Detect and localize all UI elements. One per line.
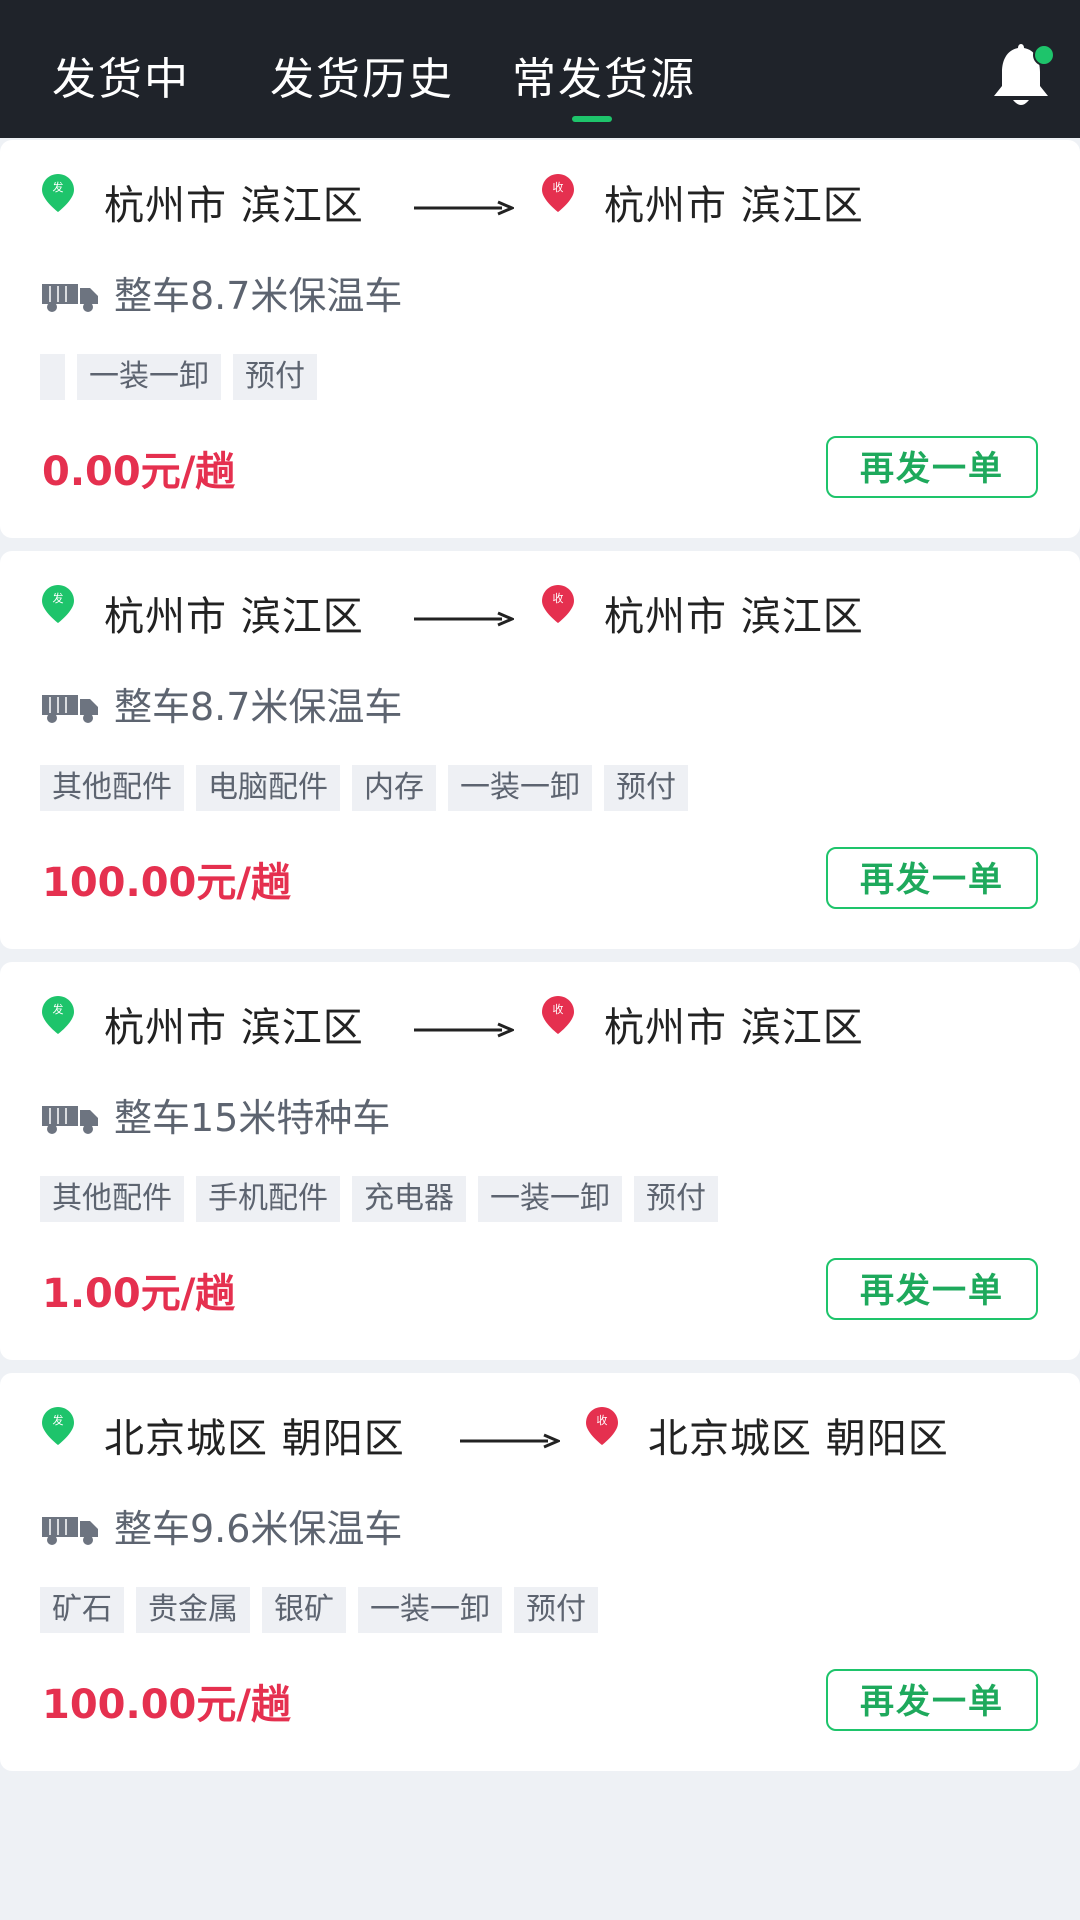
- truck-icon: [42, 1106, 98, 1134]
- arrow-right-icon: [414, 200, 514, 216]
- tab-shipping[interactable]: 发货中: [52, 50, 190, 110]
- cargo-tag: 一装一卸: [478, 1176, 622, 1222]
- top-nav-bar: 发货中 发货历史 常发货源: [0, 0, 1080, 138]
- green-pin-icon: [42, 996, 74, 1034]
- destination-city: 杭州市 滨江区: [604, 183, 864, 229]
- cargo-tag: 预付: [233, 354, 317, 400]
- origin-city: 杭州市 滨江区: [104, 1005, 364, 1051]
- destination-city: 杭州市 滨江区: [604, 594, 864, 640]
- green-pin-icon: [42, 585, 74, 623]
- source-card[interactable]: 发 杭州市 滨江区 收 杭州市 滨江区 整车15米特种车 其他配件 手机配件 充电器…: [0, 962, 1080, 1360]
- cargo-tag: 预付: [514, 1587, 598, 1633]
- cargo-tag: 一装一卸: [77, 354, 221, 400]
- green-pin-icon: [42, 174, 74, 212]
- red-pin-icon: [542, 174, 574, 212]
- red-pin-icon: [586, 1407, 618, 1445]
- price: 1.00元/趟: [42, 1271, 236, 1317]
- price: 100.00元/趟: [42, 1682, 291, 1728]
- cargo-tag: 一装一卸: [448, 765, 592, 811]
- origin-city: 北京城区 朝阳区: [104, 1416, 405, 1462]
- cargo-tag: 预付: [604, 765, 688, 811]
- origin-city: 杭州市 滨江区: [104, 594, 364, 640]
- truck-icon: [42, 695, 98, 723]
- cargo-tag: 手机配件: [196, 1176, 340, 1222]
- cargo-tags: 一装一卸 预付: [40, 354, 317, 400]
- reship-button[interactable]: 再发一单: [826, 847, 1038, 909]
- price: 0.00元/趟: [42, 449, 236, 495]
- tab-shipping-history[interactable]: 发货历史: [270, 50, 454, 110]
- source-card[interactable]: 发 杭州市 滨江区 收 杭州市 滨江区 整车8.7米保温车 其他配件 电脑配件 内存…: [0, 551, 1080, 949]
- cargo-tag: 矿石: [40, 1587, 124, 1633]
- cargo-tag: [40, 354, 65, 400]
- cargo-tags: 其他配件 电脑配件 内存 一装一卸 预付: [40, 765, 688, 811]
- cargo-tags: 其他配件 手机配件 充电器 一装一卸 预付: [40, 1176, 718, 1222]
- cargo-tag: 贵金属: [136, 1587, 250, 1633]
- active-tab-indicator: [572, 116, 612, 122]
- cargo-tag: 一装一卸: [358, 1587, 502, 1633]
- notification-dot: [1033, 44, 1055, 66]
- origin-city: 杭州市 滨江区: [104, 183, 364, 229]
- arrow-right-icon: [414, 1022, 514, 1038]
- vehicle-spec: 整车15米特种车: [114, 1096, 391, 1140]
- destination-city: 杭州市 滨江区: [604, 1005, 864, 1051]
- price: 100.00元/趟: [42, 860, 291, 906]
- truck-icon: [42, 1517, 98, 1545]
- vehicle-spec: 整车9.6米保温车: [114, 1507, 403, 1551]
- cargo-tag: 电脑配件: [196, 765, 340, 811]
- truck-icon: [42, 284, 98, 312]
- red-pin-icon: [542, 585, 574, 623]
- destination-city: 北京城区 朝阳区: [648, 1416, 949, 1462]
- cargo-tags: 矿石 贵金属 银矿 一装一卸 预付: [40, 1587, 598, 1633]
- cargo-tag: 内存: [352, 765, 436, 811]
- cargo-tag: 其他配件: [40, 765, 184, 811]
- tab-frequent-sources[interactable]: 常发货源: [512, 50, 696, 110]
- cargo-tag: 预付: [634, 1176, 718, 1222]
- source-card[interactable]: 发 杭州市 滨江区 收 杭州市 滨江区 整车8.7米保温车 一装一卸 预付 0.0…: [0, 140, 1080, 538]
- cargo-tag: 其他配件: [40, 1176, 184, 1222]
- green-pin-icon: [42, 1407, 74, 1445]
- reship-button[interactable]: 再发一单: [826, 1669, 1038, 1731]
- arrow-right-icon: [460, 1433, 560, 1449]
- vehicle-spec: 整车8.7米保温车: [114, 274, 403, 318]
- cargo-tag: 充电器: [352, 1176, 466, 1222]
- source-card[interactable]: 发 北京城区 朝阳区 收 北京城区 朝阳区 整车9.6米保温车 矿石 贵金属 银矿一…: [0, 1373, 1080, 1771]
- reship-button[interactable]: 再发一单: [826, 1258, 1038, 1320]
- arrow-right-icon: [414, 611, 514, 627]
- vehicle-spec: 整车8.7米保温车: [114, 685, 403, 729]
- cargo-tag: 银矿: [262, 1587, 346, 1633]
- red-pin-icon: [542, 996, 574, 1034]
- reship-button[interactable]: 再发一单: [826, 436, 1038, 498]
